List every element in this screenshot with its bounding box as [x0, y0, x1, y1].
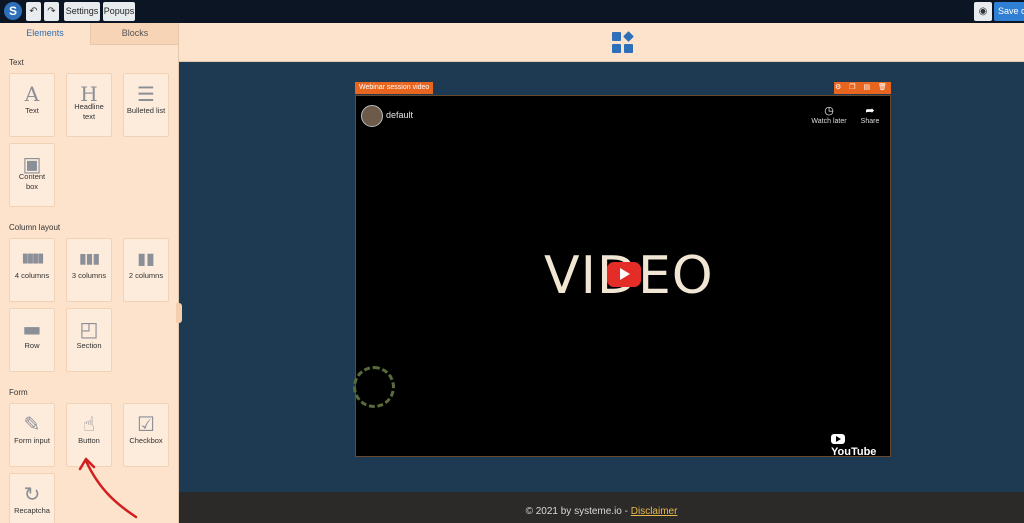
channel-name[interactable]: default	[386, 110, 413, 120]
undo-button[interactable]: ↶	[26, 2, 41, 21]
recaptcha-icon: ↻	[23, 482, 41, 506]
tile-recaptcha[interactable]: ↻ Recaptcha	[9, 473, 55, 523]
section-title-text: Text	[9, 58, 24, 67]
section-icon: ◰	[79, 317, 99, 341]
page-footer: © 2021 by systeme.io - Disclaimer	[179, 492, 1024, 523]
tile-label: Section	[76, 341, 102, 350]
youtube-icon	[831, 434, 845, 444]
tile-label: Checkbox	[129, 436, 163, 445]
watch-later-button[interactable]: ◷ Watch later	[809, 104, 849, 125]
tab-elements[interactable]: Elements	[0, 23, 90, 44]
text-icon: A	[24, 82, 40, 106]
tile-form-input[interactable]: ✎ Form input	[9, 403, 55, 467]
tile-label: 4 columns	[14, 271, 50, 280]
share-button[interactable]: ➦ Share	[850, 104, 890, 125]
popups-button[interactable]: Popups	[103, 2, 135, 21]
tile-label: Content box	[18, 172, 46, 191]
disclaimer-link[interactable]: Disclaimer	[631, 506, 678, 517]
video-block-label[interactable]: Webinar session video	[355, 82, 434, 94]
tile-label: Row	[24, 341, 40, 350]
tile-label: Form input	[14, 436, 50, 445]
annotation-arrow	[78, 457, 138, 519]
eye-icon: ◉	[978, 6, 988, 17]
tile-label: Text	[25, 106, 39, 115]
tile-bulleted-list[interactable]: ☰ Bulleted list	[123, 73, 169, 137]
section-title-column-layout: Column layout	[9, 223, 61, 232]
share-icon: ➦	[865, 105, 875, 117]
pencil-icon: ✎	[23, 412, 41, 436]
tile-content-box[interactable]: ▣ Content box	[9, 143, 55, 207]
undo-icon: ↶	[29, 6, 38, 17]
two-columns-icon: ▮▮	[137, 249, 155, 268]
tile-label: Button	[78, 436, 100, 445]
elements-sidebar: Elements Blocks Text A Text H Headline t…	[0, 23, 179, 523]
sidebar-collapse-handle[interactable]	[176, 303, 182, 323]
tile-headline-text[interactable]: H Headline text	[66, 73, 112, 137]
list-icon: ☰	[137, 82, 155, 106]
row-icon: ▬	[22, 317, 42, 341]
tile-label: Headline text	[74, 102, 104, 121]
tile-4-columns[interactable]: ▮▮▮▮ 4 columns	[9, 238, 55, 302]
video-player[interactable]: default ◷ Watch later ➦ Share VIDEO YouT…	[355, 95, 891, 458]
tile-label: Bulleted list	[126, 106, 166, 115]
three-columns-icon: ▮▮▮	[78, 251, 100, 267]
play-icon[interactable]	[607, 262, 641, 287]
tile-row[interactable]: ▬ Row	[9, 308, 55, 372]
pointer-hand-icon: ☝	[82, 412, 96, 436]
preview-button[interactable]: ◉	[974, 2, 992, 21]
canvas-header	[179, 23, 1024, 62]
tile-3-columns[interactable]: ▮▮▮ 3 columns	[66, 238, 112, 302]
tab-blocks[interactable]: Blocks	[90, 23, 178, 45]
footer-text: © 2021 by systeme.io - Disclaimer	[179, 506, 1024, 517]
redo-icon: ↷	[47, 6, 56, 17]
section-title-form: Form	[9, 388, 28, 397]
tile-section[interactable]: ◰ Section	[66, 308, 112, 372]
clock-icon: ◷	[824, 105, 834, 117]
watch-later-label: Watch later	[811, 118, 847, 125]
add-blocks-icon[interactable]	[612, 31, 634, 54]
save-changes-button[interactable]: Save ch	[994, 2, 1024, 21]
youtube-brand: YouTube	[831, 446, 877, 458]
app-logo[interactable]: S	[4, 2, 22, 20]
checkbox-icon: ☑	[137, 412, 155, 436]
settings-button[interactable]: Settings	[64, 2, 100, 21]
tile-label: 3 columns	[71, 271, 107, 280]
tile-label: 2 columns	[128, 271, 164, 280]
tile-2-columns[interactable]: ▮▮ 2 columns	[123, 238, 169, 302]
top-toolbar: S ↶ ↷ Settings Popups ◉ Save ch	[0, 0, 1024, 23]
video-block-toolbar[interactable]: ⚙ ❐ ▤ 🗑	[834, 82, 891, 94]
channel-avatar[interactable]	[361, 105, 383, 127]
cursor-highlight	[353, 366, 395, 408]
youtube-logo[interactable]: YouTube	[831, 434, 890, 458]
tile-text[interactable]: A Text	[9, 73, 55, 137]
redo-button[interactable]: ↷	[44, 2, 59, 21]
tile-label: Recaptcha	[14, 506, 50, 515]
four-columns-icon: ▮▮▮▮	[21, 251, 45, 266]
copyright-text: © 2021 by systeme.io -	[525, 506, 631, 517]
share-label: Share	[860, 118, 880, 125]
